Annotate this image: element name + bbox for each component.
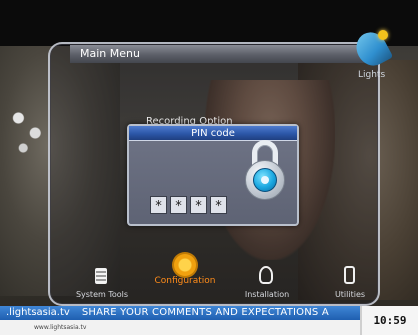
configuration-icon xyxy=(170,252,200,278)
bottom-menu-label: Installation xyxy=(244,290,290,299)
system-tools-icon xyxy=(87,266,117,290)
pin-dialog-title: PIN code xyxy=(191,128,235,139)
pin-digit-4[interactable]: * xyxy=(210,196,227,214)
padlock-dial-center xyxy=(261,176,269,184)
ticker-message: SHARE YOUR COMMENTS AND EXPECTATIONS A xyxy=(81,307,329,318)
pin-digit-2[interactable]: * xyxy=(170,196,187,214)
main-menu-title: Main Menu xyxy=(80,47,140,60)
scene-flowers xyxy=(4,100,52,160)
pin-digit-1[interactable]: * xyxy=(150,196,167,214)
clock: 10:59 xyxy=(360,306,418,335)
utilities-icon xyxy=(335,266,365,290)
bottom-menu-label: Utilities xyxy=(334,290,366,299)
news-ticker: .lightsasia.tv SHARE YOUR COMMENTS AND EX… xyxy=(0,306,360,320)
brand-logo-text: Lights xyxy=(358,70,386,80)
bottom-menu-label: System Tools xyxy=(75,290,129,299)
bottom-menu-label: Configuration xyxy=(154,276,216,286)
installation-icon xyxy=(252,266,282,290)
footer-url: www.lightsasia.tv xyxy=(0,320,360,335)
brand-star-icon xyxy=(378,30,388,40)
pin-digit-3[interactable]: * xyxy=(190,196,207,214)
ticker-site: .lightsasia.tv xyxy=(6,307,70,318)
